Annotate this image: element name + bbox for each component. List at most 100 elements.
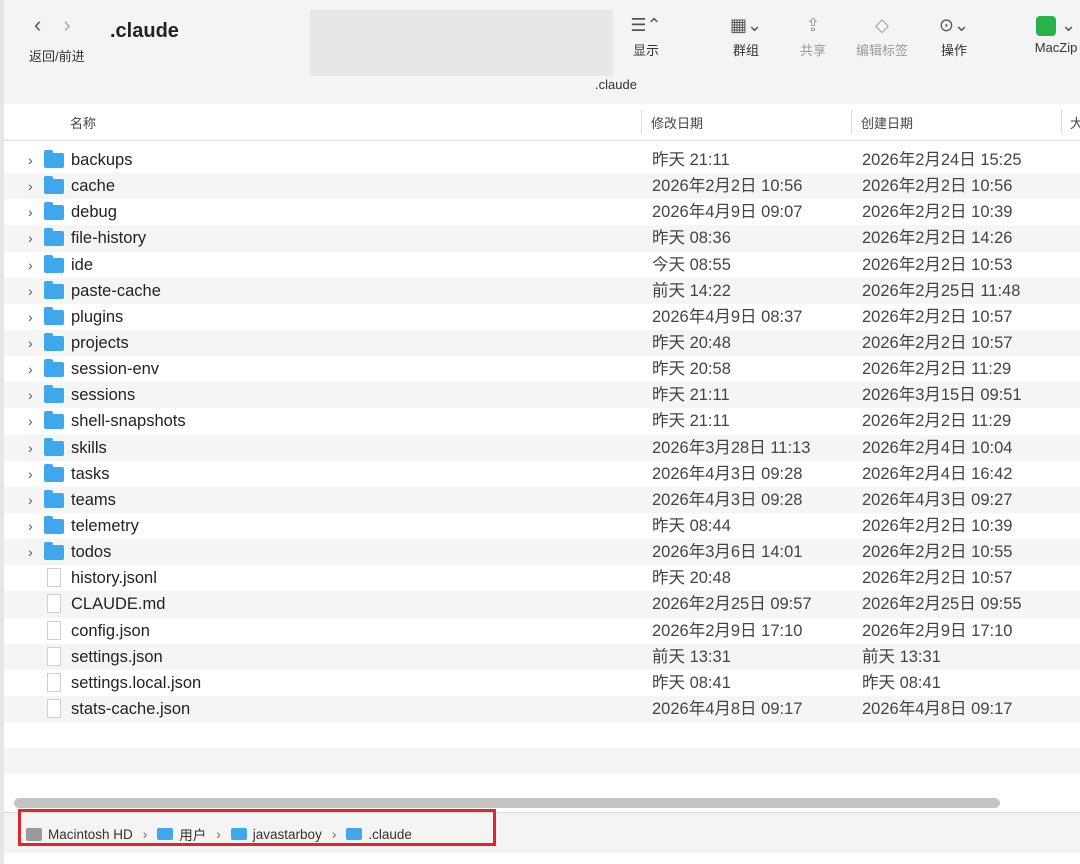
column-created[interactable]: 创建日期 bbox=[861, 113, 913, 132]
column-modified[interactable]: 修改日期 bbox=[651, 113, 703, 132]
file-name: session-env bbox=[71, 360, 160, 379]
folder-icon bbox=[44, 437, 64, 456]
file-row[interactable]: › cache 2026年2月2日 10:56 2026年2月2日 10:56 bbox=[4, 173, 1080, 200]
folder-icon bbox=[44, 280, 64, 299]
column-name[interactable]: 名称 bbox=[70, 113, 96, 132]
modified-date: 昨天 08:36 bbox=[652, 229, 731, 248]
file-row[interactable]: › telemetry 昨天 08:44 2026年2月2日 10:39 bbox=[4, 513, 1080, 539]
file-name: backups bbox=[71, 151, 133, 169]
file-row[interactable]: › session-env 昨天 20:58 2026年2月2日 11:29 bbox=[4, 356, 1080, 382]
file-row[interactable]: settings.json 前天 13:31 前天 13:31 bbox=[4, 643, 1080, 670]
file-row[interactable]: › plugins 2026年4月9日 08:37 2026年2月2日 10:57 bbox=[4, 304, 1080, 330]
folder-icon bbox=[44, 306, 64, 325]
action-button[interactable]: ⊙⌄ 操作 bbox=[934, 14, 974, 59]
disclosure-chevron-icon[interactable]: › bbox=[28, 330, 33, 356]
document-icon bbox=[47, 594, 61, 614]
file-row[interactable]: CLAUDE.md 2026年2月25日 09:57 2026年2月25日 09:5… bbox=[4, 591, 1080, 618]
created-date: 2026年2月2日 10:39 bbox=[862, 516, 1013, 535]
column-divider[interactable] bbox=[851, 110, 852, 134]
document-icon bbox=[47, 646, 61, 666]
folder-icon bbox=[44, 385, 64, 404]
file-row[interactable]: › skills 2026年3月28日 11:13 2026年2月4日 10:04 bbox=[4, 434, 1080, 461]
disclosure-chevron-icon[interactable]: › bbox=[28, 408, 33, 434]
file-row[interactable]: › backups 昨天 21:11 2026年2月24日 15:25 bbox=[4, 147, 1080, 173]
disclosure-chevron-icon[interactable]: › bbox=[28, 199, 33, 225]
disclosure-chevron-icon[interactable]: › bbox=[28, 278, 33, 304]
file-row[interactable]: › shell-snapshots 昨天 21:11 2026年2月2日 11:29 bbox=[4, 408, 1080, 434]
created-date: 2026年2月2日 10:55 bbox=[862, 543, 1013, 562]
created-date: 2026年2月2日 10:56 bbox=[862, 177, 1013, 196]
file-name: todos bbox=[71, 543, 112, 562]
modified-date: 2026年2月25日 09:57 bbox=[652, 595, 812, 614]
created-date: 2026年3月15日 09:51 bbox=[862, 386, 1022, 405]
file-row[interactable]: › ide 今天 08:55 2026年2月2日 10:53 bbox=[4, 252, 1080, 278]
disclosure-chevron-icon[interactable]: › bbox=[28, 173, 33, 199]
file-row[interactable]: › file-history 昨天 08:36 2026年2月2日 14:26 bbox=[4, 225, 1080, 252]
horizontal-scrollbar[interactable] bbox=[14, 798, 1000, 808]
created-date: 2026年2月4日 10:04 bbox=[862, 438, 1013, 457]
edit-tags-button[interactable]: ◇ 编辑标签 bbox=[852, 14, 912, 59]
folder-icon bbox=[44, 332, 64, 351]
file-name: file-history bbox=[71, 229, 147, 248]
file-row[interactable]: › tasks 2026年4月3日 09:28 2026年2月4日 16:42 bbox=[4, 461, 1080, 487]
file-name: ide bbox=[71, 255, 94, 274]
back-icon[interactable]: ‹ bbox=[34, 14, 41, 36]
modified-date: 2026年4月9日 09:07 bbox=[652, 203, 803, 222]
modified-date: 昨天 21:11 bbox=[652, 386, 730, 405]
file-name: settings.json bbox=[71, 647, 163, 666]
forward-icon[interactable]: › bbox=[63, 14, 70, 36]
created-date: 2026年4月8日 09:17 bbox=[862, 699, 1013, 718]
disclosure-chevron-icon[interactable]: › bbox=[28, 304, 33, 330]
disclosure-chevron-icon[interactable]: › bbox=[28, 356, 33, 382]
maczip-button[interactable]: ⌄ MacZip bbox=[1028, 14, 1080, 55]
path-bar-highlight bbox=[18, 809, 496, 846]
file-row[interactable]: config.json 2026年2月9日 17:10 2026年2月9日 17:1… bbox=[4, 618, 1080, 644]
file-row[interactable]: › debug 2026年4月9日 09:07 2026年2月2日 10:39 bbox=[4, 199, 1080, 225]
file-row[interactable]: stats-cache.json 2026年4月8日 09:17 2026年4月8日… bbox=[4, 695, 1080, 723]
file-row[interactable]: › projects 昨天 20:48 2026年2月2日 10:57 bbox=[4, 329, 1080, 357]
modified-date: 昨天 08:44 bbox=[652, 516, 731, 535]
file-row[interactable]: history.jsonl 昨天 20:48 2026年2月2日 10:57 bbox=[4, 565, 1080, 591]
file-row[interactable]: › paste-cache 前天 14:22 2026年2月25日 11:48 bbox=[4, 277, 1080, 304]
file-name: CLAUDE.md bbox=[71, 595, 166, 614]
created-date: 2026年2月24日 15:25 bbox=[862, 151, 1022, 169]
disclosure-chevron-icon[interactable]: › bbox=[28, 252, 33, 278]
created-date: 2026年2月2日 10:39 bbox=[862, 203, 1013, 222]
modified-date: 昨天 20:58 bbox=[652, 360, 731, 379]
disclosure-chevron-icon[interactable]: › bbox=[28, 382, 33, 408]
folder-icon bbox=[44, 542, 64, 561]
file-row[interactable]: › sessions 昨天 21:11 2026年3月15日 09:51 bbox=[4, 382, 1080, 409]
document-icon bbox=[47, 568, 61, 588]
disclosure-chevron-icon[interactable]: › bbox=[28, 435, 33, 461]
share-button[interactable]: ⇪ 共享 bbox=[795, 14, 831, 59]
view-button[interactable]: ☰⌃ 显示 bbox=[626, 14, 666, 59]
tag-icon: ◇ bbox=[875, 15, 889, 35]
folder-icon bbox=[44, 202, 64, 221]
disclosure-chevron-icon[interactable]: › bbox=[28, 539, 33, 565]
column-size[interactable]: 大 bbox=[1070, 113, 1080, 132]
file-name: debug bbox=[71, 203, 117, 222]
created-date: 昨天 08:41 bbox=[862, 673, 941, 692]
file-row[interactable]: settings.local.json 昨天 08:41 昨天 08:41 bbox=[4, 670, 1080, 696]
column-divider[interactable] bbox=[641, 110, 642, 134]
folder-icon bbox=[44, 489, 64, 508]
folder-icon bbox=[44, 176, 64, 195]
disclosure-chevron-icon[interactable]: › bbox=[28, 513, 33, 539]
grid-group-icon: ▦⌄ bbox=[729, 15, 763, 35]
modified-date: 2026年2月9日 17:10 bbox=[652, 621, 803, 640]
file-row[interactable]: › todos 2026年3月6日 14:01 2026年2月2日 10:55 bbox=[4, 539, 1080, 566]
disclosure-chevron-icon[interactable]: › bbox=[28, 147, 33, 173]
action-label: 操作 bbox=[940, 43, 967, 58]
disclosure-chevron-icon[interactable]: › bbox=[28, 487, 33, 513]
folder-icon bbox=[44, 463, 64, 482]
maczip-icon: ⌄ bbox=[1028, 14, 1080, 40]
modified-date: 前天 13:31 bbox=[652, 647, 731, 666]
file-row[interactable]: › teams 2026年4月3日 09:28 2026年4月3日 09:27 bbox=[4, 486, 1080, 513]
column-divider[interactable] bbox=[1061, 110, 1062, 134]
group-button[interactable]: ▦⌄ 群组 bbox=[725, 14, 767, 59]
disclosure-chevron-icon[interactable]: › bbox=[28, 225, 33, 251]
disclosure-chevron-icon[interactable]: › bbox=[28, 461, 33, 487]
modified-date: 2026年3月28日 11:13 bbox=[652, 438, 811, 457]
window-subtitle: .claude bbox=[595, 77, 637, 92]
ellipsis-circle-icon: ⊙⌄ bbox=[938, 15, 970, 35]
